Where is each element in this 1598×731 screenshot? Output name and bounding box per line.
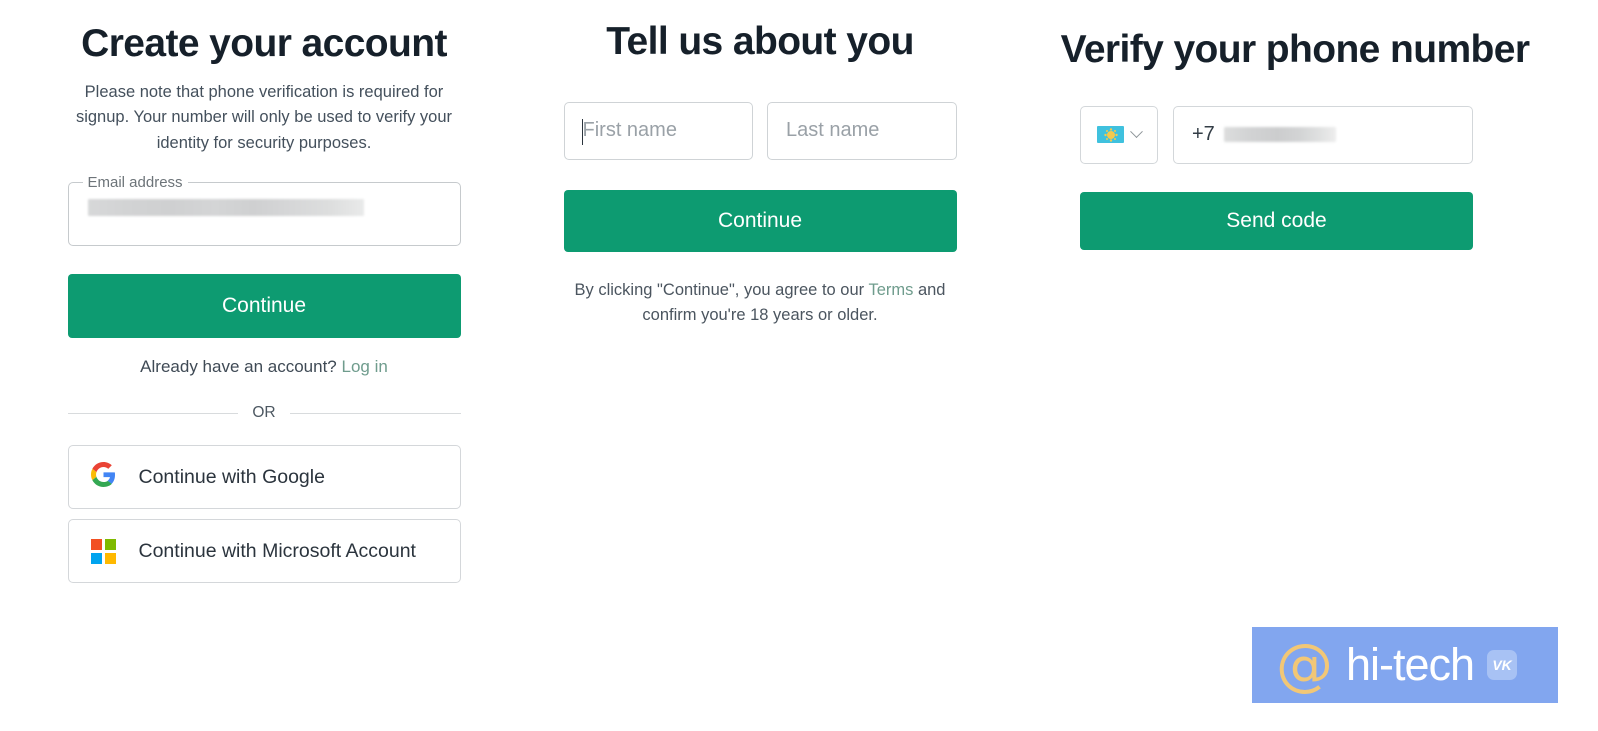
divider-label: OR — [252, 404, 276, 422]
continue-with-google-button[interactable]: Continue with Google — [67, 445, 461, 510]
email-field-label: Email address — [82, 174, 188, 192]
terms-prefix-text: By clicking "Continue", you agree to our — [574, 280, 865, 299]
email-field[interactable]: Email address — [67, 174, 461, 247]
verify-phone-panel: Verify your phone number +7 Send code — [992, 0, 1598, 250]
chevron-down-icon — [1130, 125, 1143, 139]
phone-input-row: +7 — [1080, 105, 1473, 164]
tell-us-about-you-panel: Tell us about you First name Last name C… — [528, 0, 992, 328]
signup-continue-button[interactable]: Continue — [67, 274, 461, 339]
phone-verification-note: Please note that phone verification is r… — [75, 82, 453, 152]
name-fields-row: First name Last name — [563, 101, 957, 160]
google-button-label: Continue with Google — [138, 465, 325, 488]
or-divider: OR — [67, 404, 461, 422]
signup-flow-screenshot: Create your account Please note that pho… — [0, 0, 1598, 731]
already-have-account-text: Already have an account? — [140, 357, 337, 377]
phone-value-redacted — [1223, 127, 1336, 143]
divider-rule-left — [67, 412, 239, 414]
terms-agreement-note: By clicking "Continue", you agree to our… — [560, 278, 960, 328]
phone-number-field[interactable]: +7 — [1173, 105, 1473, 164]
country-code-select[interactable] — [1080, 105, 1158, 164]
verify-phone-heading: Verify your phone number — [1060, 28, 1530, 71]
terms-link[interactable]: Terms — [868, 281, 913, 299]
create-account-panel: Create your account Please note that pho… — [0, 0, 528, 584]
send-code-button[interactable]: Send code — [1080, 191, 1473, 250]
about-continue-button[interactable]: Continue — [563, 189, 957, 252]
google-logo-icon — [90, 462, 116, 492]
last-name-placeholder: Last name — [786, 119, 880, 142]
continue-with-microsoft-button[interactable]: Continue with Microsoft Account — [67, 519, 461, 584]
first-name-field[interactable]: First name — [563, 101, 753, 160]
text-caret — [581, 118, 583, 145]
watermark-text: hi-tech — [1346, 639, 1475, 690]
at-symbol-icon: @ — [1276, 631, 1333, 698]
email-field-wrapper: Email address — [67, 174, 461, 247]
log-in-link[interactable]: Log in — [342, 357, 388, 376]
microsoft-logo-icon — [90, 538, 116, 564]
create-account-heading: Create your account — [81, 22, 447, 65]
flag-sun — [1106, 130, 1115, 139]
last-name-field[interactable]: Last name — [767, 101, 957, 160]
login-prompt-row: Already have an account? Log in — [0, 357, 528, 377]
hi-tech-watermark: @ hi-tech VK — [1252, 627, 1558, 703]
email-value-redacted — [87, 199, 364, 217]
first-name-placeholder: First name — [582, 119, 677, 142]
kazakhstan-flag-icon — [1097, 126, 1124, 144]
about-you-heading: Tell us about you — [606, 20, 914, 63]
vk-badge-icon: VK — [1487, 650, 1518, 680]
divider-rule-right — [289, 412, 461, 414]
microsoft-button-label: Continue with Microsoft Account — [138, 539, 416, 562]
dial-code-prefix: +7 — [1192, 123, 1215, 146]
